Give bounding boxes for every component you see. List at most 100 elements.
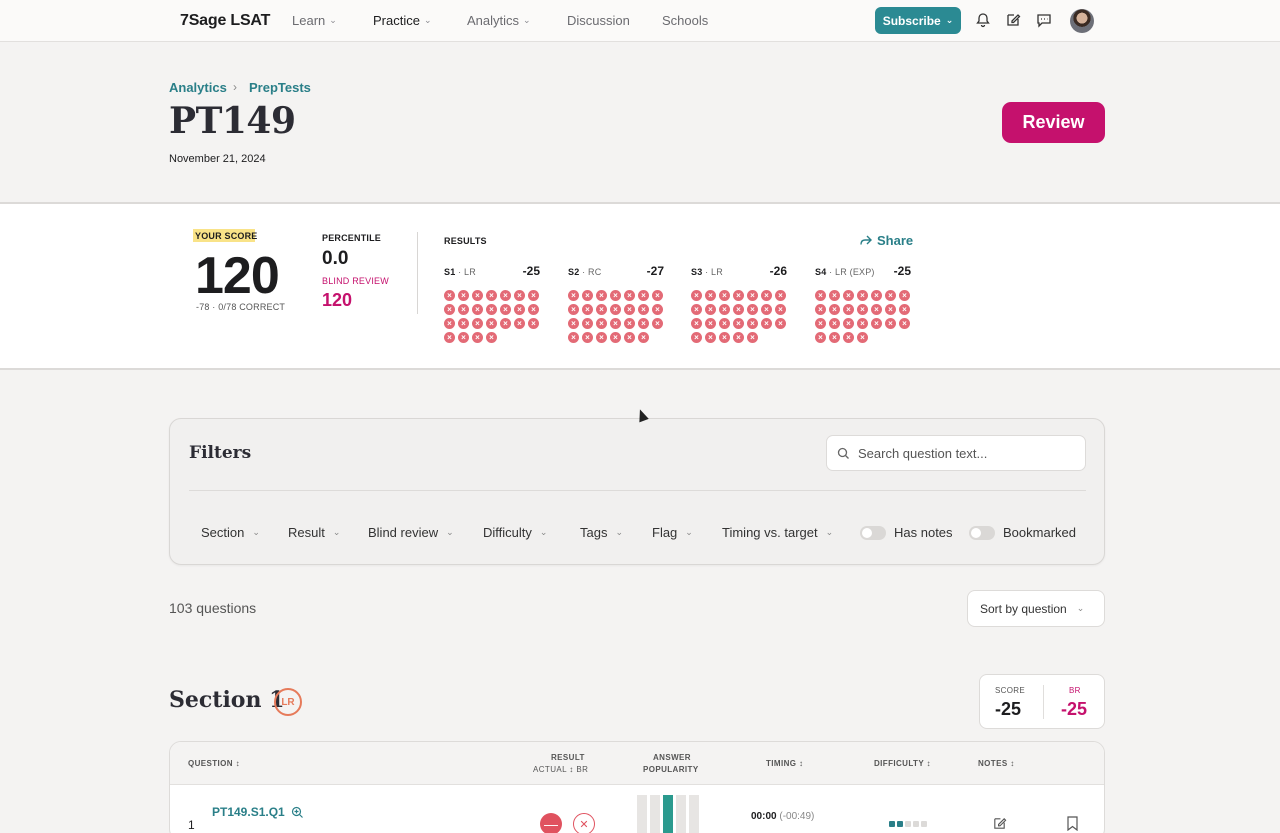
nav-practice[interactable]: Practice ⌄ <box>368 13 432 28</box>
toggle-switch[interactable] <box>860 525 886 540</box>
section-result-s2[interactable]: S2 · RC -27 × × × × × × × × × × × × × × × × × × × × × × × × × × × <box>568 264 664 343</box>
wrong-answer-dot[interactable]: × <box>747 332 758 343</box>
review-button[interactable]: Review <box>1002 102 1105 143</box>
wrong-answer-dot[interactable]: × <box>857 290 868 301</box>
wrong-answer-dot[interactable]: × <box>857 318 868 329</box>
wrong-answer-dot[interactable]: × <box>843 304 854 315</box>
wrong-answer-dot[interactable]: × <box>638 318 649 329</box>
wrong-answer-dot[interactable]: × <box>733 332 744 343</box>
wrong-answer-dot[interactable]: × <box>596 290 607 301</box>
wrong-answer-dot[interactable]: × <box>899 318 910 329</box>
filter-blind-review[interactable]: Blind review ⌄ <box>368 525 454 540</box>
wrong-answer-dot[interactable]: × <box>486 290 497 301</box>
wrong-answer-dot[interactable]: × <box>871 304 882 315</box>
wrong-answer-dot[interactable]: × <box>638 332 649 343</box>
filter-result[interactable]: Result ⌄ <box>288 525 340 540</box>
wrong-answer-dot[interactable]: × <box>610 332 621 343</box>
wrong-answer-dot[interactable]: × <box>610 304 621 315</box>
wrong-answer-dot[interactable]: × <box>829 332 840 343</box>
sort-dropdown[interactable]: Sort by question ⌄ <box>967 590 1105 627</box>
wrong-answer-dot[interactable]: × <box>458 318 469 329</box>
filter-timing[interactable]: Timing vs. target ⌄ <box>722 525 833 540</box>
wrong-answer-dot[interactable]: × <box>500 318 511 329</box>
wrong-answer-dot[interactable]: × <box>815 318 826 329</box>
wrong-answer-dot[interactable]: × <box>568 318 579 329</box>
wrong-answer-dot[interactable]: × <box>747 290 758 301</box>
wrong-answer-dot[interactable]: × <box>500 304 511 315</box>
wrong-answer-dot[interactable]: × <box>624 332 635 343</box>
breadcrumb-analytics[interactable]: Analytics <box>169 80 227 95</box>
wrong-answer-dot[interactable]: × <box>500 290 511 301</box>
subscribe-button[interactable]: Subscribe ⌄ <box>875 7 961 34</box>
wrong-answer-dot[interactable]: × <box>719 318 730 329</box>
wrong-answer-dot[interactable]: × <box>528 304 539 315</box>
filter-difficulty[interactable]: Difficulty ⌄ <box>483 525 547 540</box>
wrong-answer-dot[interactable]: × <box>444 318 455 329</box>
wrong-answer-dot[interactable]: × <box>624 290 635 301</box>
section-result-s1[interactable]: S1 · LR -25 × × × × × × × × × × × × × × × × × × × × × × × × × <box>444 264 540 343</box>
wrong-answer-dot[interactable]: × <box>624 304 635 315</box>
bookmark-icon[interactable] <box>1066 816 1079 831</box>
toggle-has-notes[interactable]: Has notes <box>860 525 953 540</box>
edit-note-icon[interactable] <box>992 816 1007 831</box>
wrong-answer-dot[interactable]: × <box>444 304 455 315</box>
header-question[interactable]: QUESTION ↕ <box>188 759 240 768</box>
search-input[interactable] <box>858 445 1078 461</box>
wrong-answer-dot[interactable]: × <box>691 318 702 329</box>
wrong-answer-dot[interactable]: × <box>472 304 483 315</box>
wrong-answer-dot[interactable]: × <box>486 318 497 329</box>
wrong-answer-dot[interactable]: × <box>775 318 786 329</box>
wrong-answer-dot[interactable]: × <box>568 332 579 343</box>
wrong-answer-dot[interactable]: × <box>857 332 868 343</box>
wrong-answer-dot[interactable]: × <box>829 290 840 301</box>
wrong-answer-dot[interactable]: × <box>747 304 758 315</box>
wrong-answer-dot[interactable]: × <box>472 318 483 329</box>
wrong-answer-dot[interactable]: × <box>691 304 702 315</box>
wrong-answer-dot[interactable]: × <box>652 290 663 301</box>
wrong-answer-dot[interactable]: × <box>719 290 730 301</box>
nav-learn[interactable]: Learn ⌄ <box>292 13 337 28</box>
zoom-icon[interactable] <box>291 806 304 819</box>
wrong-answer-dot[interactable]: × <box>596 332 607 343</box>
wrong-answer-dot[interactable]: × <box>582 318 593 329</box>
nav-schools[interactable]: Schools <box>662 13 708 28</box>
avatar[interactable] <box>1070 9 1094 33</box>
wrong-answer-dot[interactable]: × <box>775 290 786 301</box>
wrong-answer-dot[interactable]: × <box>528 290 539 301</box>
wrong-answer-dot[interactable]: × <box>596 318 607 329</box>
wrong-answer-dot[interactable]: × <box>596 304 607 315</box>
wrong-answer-dot[interactable]: × <box>843 332 854 343</box>
header-actual[interactable]: ACTUAL ↕ BR <box>533 765 588 774</box>
wrong-answer-dot[interactable]: × <box>885 290 896 301</box>
wrong-answer-dot[interactable]: × <box>638 290 649 301</box>
wrong-answer-dot[interactable]: × <box>582 290 593 301</box>
wrong-answer-dot[interactable]: × <box>444 332 455 343</box>
wrong-answer-dot[interactable]: × <box>843 318 854 329</box>
filter-flag[interactable]: Flag ⌄ <box>652 525 693 540</box>
header-notes[interactable]: NOTES ↕ <box>978 759 1015 768</box>
wrong-answer-dot[interactable]: × <box>871 318 882 329</box>
edit-icon[interactable] <box>1005 12 1021 28</box>
wrong-answer-dot[interactable]: × <box>610 318 621 329</box>
wrong-answer-dot[interactable]: × <box>691 290 702 301</box>
wrong-answer-dot[interactable]: × <box>458 304 469 315</box>
wrong-answer-dot[interactable]: × <box>705 304 716 315</box>
wrong-answer-dot[interactable]: × <box>747 318 758 329</box>
wrong-answer-dot[interactable]: × <box>857 304 868 315</box>
wrong-answer-dot[interactable]: × <box>638 304 649 315</box>
wrong-answer-dot[interactable]: × <box>624 318 635 329</box>
filter-tags[interactable]: Tags ⌄ <box>580 525 623 540</box>
wrong-answer-dot[interactable]: × <box>514 290 525 301</box>
wrong-answer-dot[interactable]: × <box>486 332 497 343</box>
wrong-answer-dot[interactable]: × <box>761 304 772 315</box>
wrong-answer-dot[interactable]: × <box>885 304 896 315</box>
wrong-answer-dot[interactable]: × <box>444 290 455 301</box>
brand-logo[interactable]: 7Sage LSAT <box>180 12 270 30</box>
wrong-answer-dot[interactable]: × <box>815 290 826 301</box>
wrong-answer-dot[interactable]: × <box>733 318 744 329</box>
section-result-s3[interactable]: S3 · LR -26 × × × × × × × × × × × × × × × × × × × × × × × × × × <box>691 264 787 343</box>
nav-analytics[interactable]: Analytics ⌄ <box>467 13 531 28</box>
wrong-answer-dot[interactable]: × <box>568 304 579 315</box>
toggle-bookmarked[interactable]: Bookmarked <box>969 525 1076 540</box>
wrong-answer-dot[interactable]: × <box>705 318 716 329</box>
